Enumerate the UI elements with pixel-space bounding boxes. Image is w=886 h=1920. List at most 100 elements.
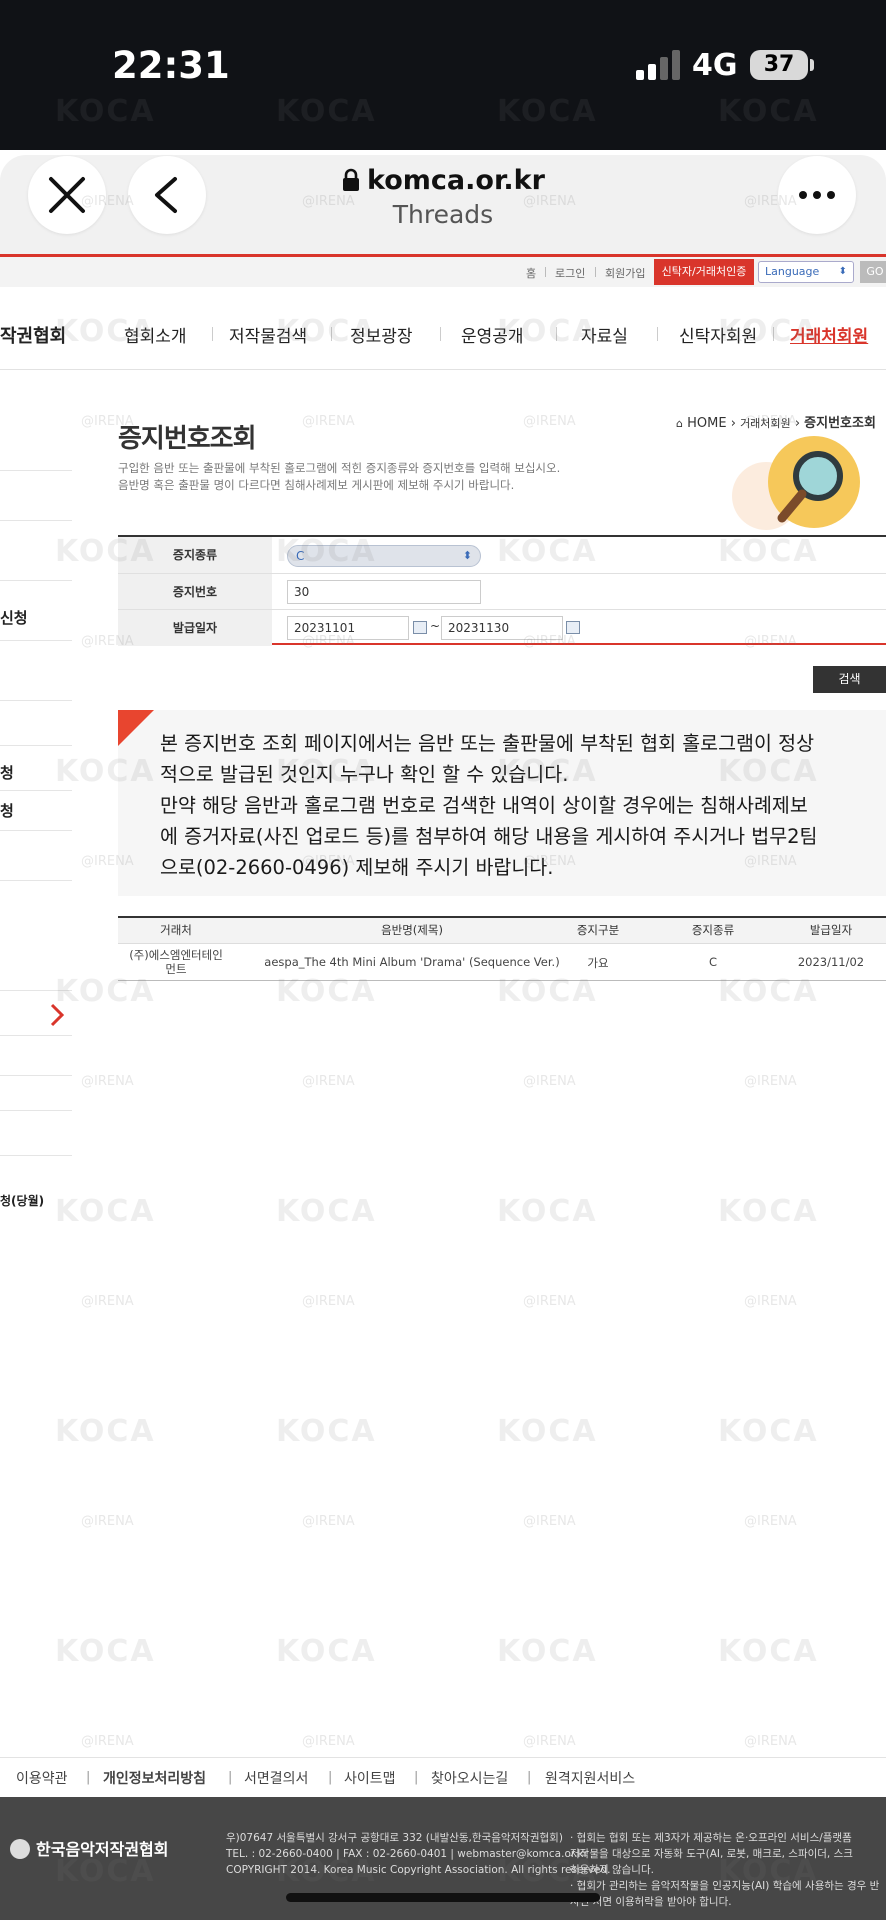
calendar-icon[interactable]	[413, 621, 427, 634]
footer-address-line: COPYRIGHT 2014. Korea Music Copyright As…	[226, 1864, 611, 1876]
number-input[interactable]: 30	[287, 580, 481, 604]
status-time: 22:31	[112, 44, 230, 87]
util-join-link[interactable]: 회원가입	[605, 265, 645, 281]
sidebar-divider	[0, 1110, 72, 1111]
footer-sep: |	[527, 1770, 532, 1785]
number-label: 증지번호	[118, 574, 272, 610]
footer-notice-line: · 협회는 협회 또는 제3자가 제공하는 온·오프라인 서비스/플랫폼	[570, 1832, 852, 1844]
sidebar-divider	[0, 745, 72, 746]
col-header-type: 증지종류	[691, 923, 735, 937]
footer-resolution-link[interactable]: 서면결의서	[244, 1768, 308, 1788]
watermark-handle: @IRENA	[81, 1514, 134, 1529]
util-home-link[interactable]: 홈	[526, 265, 536, 281]
sidebar-item[interactable]: 청	[0, 762, 14, 783]
nav-operation[interactable]: 운영공개	[461, 322, 524, 347]
watermark-logo: KOCA	[718, 1634, 819, 1669]
footer-notice-line: 사전 서면 이용허락을 받아야 합니다.	[570, 1896, 732, 1908]
util-sep	[595, 267, 596, 277]
watermark-logo: KOCA	[497, 1414, 598, 1449]
footer-sep: |	[328, 1770, 333, 1785]
calendar-icon[interactable]	[566, 621, 580, 634]
watermark-handle: @IRENA	[744, 1514, 797, 1529]
nav-info[interactable]: 정보광장	[350, 322, 413, 347]
notice-line: 에 증거자료(사진 업로드 등)를 첨부하여 해당 내용을 게시하여 주시거나 …	[160, 825, 818, 848]
page-description: 구입한 음반 또는 출판물에 부착된 홀로그램에 적힌 증지종류와 증지번호를 …	[118, 460, 560, 494]
type-select[interactable]: C ⬍	[287, 545, 481, 567]
sidebar-item[interactable]: 청(당월)	[0, 1192, 44, 1209]
sidebar-divider	[0, 830, 72, 831]
home-icon: ⌂	[676, 417, 683, 430]
sidebar-divider	[0, 520, 72, 521]
site-logo[interactable]: 작권협회	[0, 322, 66, 348]
date-to-input[interactable]: 20231130	[441, 616, 563, 640]
sidebar-divider	[0, 1035, 72, 1036]
table-row-client: (주)에스엠엔터테인 먼트	[118, 948, 234, 976]
nav-archive[interactable]: 자료실	[581, 322, 628, 347]
watermark-handle: @IRENA	[523, 414, 576, 429]
footer-terms-link[interactable]: 이용약관	[16, 1768, 68, 1788]
footer-remote-support-link[interactable]: 원격지원서비스	[545, 1768, 635, 1788]
table-row-type: C	[708, 955, 718, 969]
sidebar-item[interactable]: 신청	[0, 607, 28, 628]
address-bar[interactable]: komca.or.kr Threads	[230, 165, 656, 229]
client-line: 먼트	[165, 962, 187, 976]
util-login-link[interactable]: 로그인	[555, 265, 585, 281]
client-line: (주)에스엠엔터테인	[129, 948, 223, 962]
battery-icon: 37	[750, 50, 808, 80]
footer-privacy-link[interactable]: 개인정보처리방침	[103, 1768, 206, 1788]
watermark-logo: KOCA	[276, 1414, 377, 1449]
watermark-handle: @IRENA	[523, 1734, 576, 1749]
language-select[interactable]: Language ⬍	[758, 261, 854, 283]
back-button[interactable]	[128, 156, 206, 234]
footer-directions-link[interactable]: 찾아오시는길	[431, 1768, 508, 1788]
footer-notice-line: · 협회가 관리하는 음악저작물을 인공지능(AI) 학습에 사용하는 경우 반	[570, 1880, 880, 1892]
sidebar-item[interactable]: 청	[0, 800, 14, 821]
sidebar-divider	[0, 1155, 72, 1156]
footer-notice-line: 허용하지 않습니다.	[570, 1864, 654, 1876]
nav-sep	[440, 327, 441, 341]
date-label: 발급일자	[118, 610, 272, 646]
sidebar-divider	[0, 470, 72, 471]
search-button[interactable]: 검색	[813, 666, 886, 693]
nav-client-member[interactable]: 거래처회원	[790, 322, 868, 347]
watermark-handle: @IRENA	[744, 1734, 797, 1749]
col-header-category: 증지구분	[576, 923, 620, 937]
watermark-handle: @IRENA	[523, 1514, 576, 1529]
footer-sep: |	[414, 1770, 419, 1785]
trustee-auth-button[interactable]: 신탁자/거래처인증	[654, 259, 754, 285]
watermark-handle: @IRENA	[302, 414, 355, 429]
nav-sep	[212, 327, 213, 341]
watermark-handle: @IRENA	[523, 1294, 576, 1309]
breadcrumb-sep: ›	[794, 416, 801, 431]
chevron-left-icon	[155, 177, 177, 213]
footer-sep: |	[228, 1770, 233, 1785]
sidebar-divider	[0, 990, 72, 991]
date-from-input[interactable]: 20231101	[287, 616, 409, 640]
breadcrumb-home[interactable]: HOME	[687, 416, 726, 431]
date-range-sep: ~	[430, 619, 441, 633]
more-button[interactable]	[778, 156, 856, 234]
col-header-date: 발급일자	[809, 923, 853, 937]
page-description-line: 음반명 혹은 출판물 명이 다르다면 침해사례제보 게시판에 제보해 주시기 바…	[118, 478, 515, 492]
breadcrumb-level1[interactable]: 거래처회원	[740, 417, 791, 430]
close-button[interactable]	[28, 156, 106, 234]
footer-sitemap-link[interactable]: 사이트맵	[344, 1768, 396, 1788]
col-header-title: 음반명(제목)	[381, 923, 443, 937]
nav-work-search[interactable]: 저작물검색	[229, 322, 307, 347]
footer-address: 우)07647 서울특별시 강서구 공항대로 332 (내발산동,한국음악저작권…	[226, 1830, 610, 1878]
nav-trustee-member[interactable]: 신탁자회원	[679, 322, 757, 347]
more-icon	[799, 191, 835, 199]
breadcrumb: ⌂ HOME › 거래처회원 › 증지번호조회	[676, 412, 876, 431]
footer-address-line: TEL. : 02-2660-0400 | FAX : 02-2660-0401…	[226, 1848, 588, 1860]
nav-about[interactable]: 협회소개	[124, 322, 187, 347]
notice-line: 으로(02-2660-0496) 제보해 주시기 바랍니다.	[160, 856, 554, 879]
sidebar-chevron-right-icon[interactable]	[48, 1002, 66, 1028]
watermark-handle: @IRENA	[81, 1074, 134, 1089]
table-bottom-border	[118, 980, 886, 981]
network-label: 4G	[692, 48, 738, 83]
footer-notice-line: 저작물을 대상으로 자동화 도구(AI, 로봇, 매크로, 스파이더, 스크	[570, 1848, 853, 1860]
watermark-logo: KOCA	[718, 1194, 819, 1229]
table-row-category: 가요	[587, 956, 609, 970]
go-button[interactable]: GO	[860, 261, 886, 283]
notice-corner-mark	[118, 710, 154, 746]
